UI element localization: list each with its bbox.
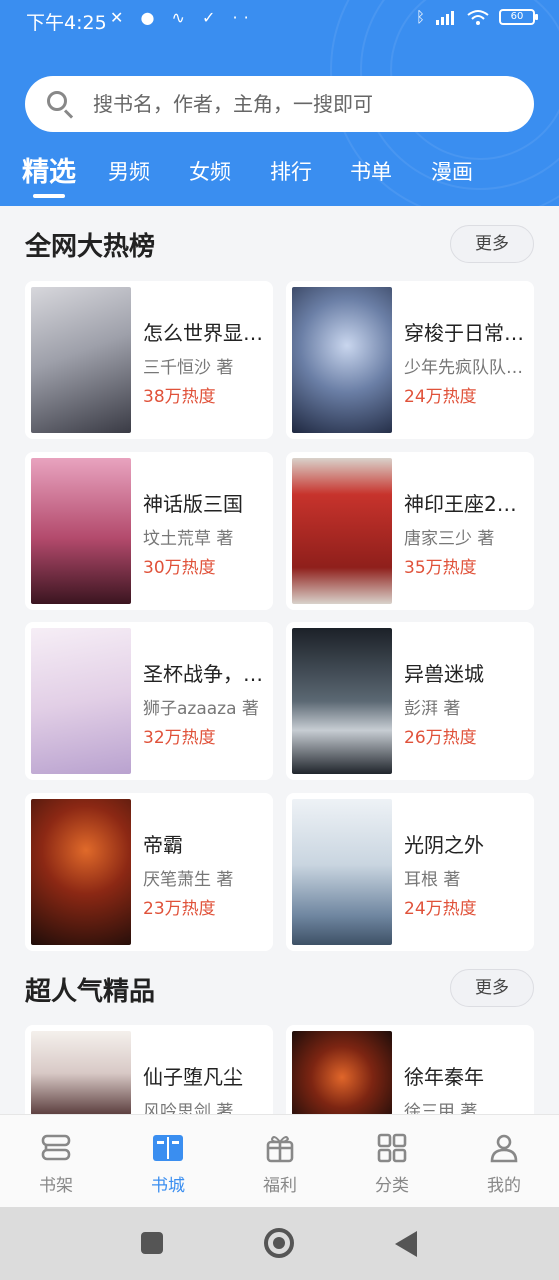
book-cover: [292, 628, 392, 774]
nav-profile[interactable]: 我的: [448, 1115, 559, 1208]
nav-category[interactable]: 分类: [336, 1115, 448, 1208]
book-card[interactable]: 神话版三国 坟土荒草 著 30万热度: [25, 452, 273, 610]
book-heat: 35万热度: [404, 558, 477, 578]
book-cover: [31, 287, 131, 433]
book-author: 少年先疯队队长 著: [404, 358, 530, 378]
bottom-nav: 书架 书城 福利 分类 我的: [0, 1114, 559, 1207]
status-right-icons: ᛒ 60: [415, 8, 538, 26]
active-tab-indicator: [33, 194, 65, 198]
book-card[interactable]: 光阴之外 耳根 著 24万热度: [286, 793, 534, 951]
search-icon: [45, 89, 75, 119]
nav-bookstore[interactable]: 书城: [112, 1115, 224, 1208]
book-card[interactable]: 徐年秦年 徐三甲 著: [286, 1025, 534, 1122]
book-cover: [31, 628, 131, 774]
tab-comics[interactable]: 漫画: [431, 156, 473, 186]
book-cover: [31, 799, 131, 945]
home-button[interactable]: [264, 1228, 294, 1258]
nav-benefits[interactable]: 福利: [224, 1115, 336, 1208]
book-card[interactable]: 异兽迷城 彭湃 著 26万热度: [286, 622, 534, 780]
section-title-popular: 超人气精品: [25, 977, 156, 1007]
book-card[interactable]: 怎么世界显示我是恶女 三千恒沙 著 38万热度: [25, 281, 273, 439]
book-card[interactable]: 穿梭于日常与非日常 少年先疯队队长 著 24万热度: [286, 281, 534, 439]
back-button[interactable]: [395, 1231, 417, 1257]
book-store-icon: [153, 1135, 183, 1161]
more-button-hot[interactable]: 更多: [450, 225, 534, 263]
book-title: 怎么世界显示我是恶女: [143, 321, 269, 345]
search-input[interactable]: [93, 92, 493, 116]
book-heat: 26万热度: [404, 728, 477, 748]
battery-icon: 60: [499, 9, 538, 25]
bookshelf-icon: [41, 1134, 71, 1161]
nav-label: 我的: [487, 1176, 521, 1196]
nav-label: 分类: [375, 1176, 409, 1196]
book-author: 厌笔萧生 著: [143, 870, 234, 890]
book-title: 帝霸: [143, 833, 183, 857]
tab-featured[interactable]: 精选: [22, 150, 76, 189]
nav-label: 书架: [39, 1176, 73, 1196]
profile-icon: [490, 1134, 518, 1163]
status-time: 下午4:25: [26, 12, 107, 34]
book-title: 仙子堕凡尘: [143, 1065, 243, 1089]
gift-icon: [266, 1136, 294, 1163]
nav-label: 书城: [151, 1176, 185, 1196]
book-title: 光阴之外: [404, 833, 484, 857]
book-heat: 38万热度: [143, 387, 216, 407]
book-title: 圣杯战争，从成为师妹开始: [143, 662, 269, 686]
section-title-hot: 全网大热榜: [25, 232, 156, 262]
signal-icon: [436, 11, 454, 25]
status-bar: 下午4:25 ✕ ● ∿ ✓ ·· ᛒ 60: [0, 8, 559, 34]
nav-bookshelf[interactable]: 书架: [0, 1115, 112, 1208]
header: 下午4:25 ✕ ● ∿ ✓ ·· ᛒ 60 精选 男频 女频 排行 书单 漫画: [0, 0, 559, 206]
book-author: 三千恒沙 著: [143, 358, 234, 378]
category-tabs: 精选 男频 女频 排行 书单 漫画: [0, 148, 559, 198]
book-cover: [292, 1031, 392, 1115]
book-title: 穿梭于日常与非日常: [404, 321, 530, 345]
book-heat: 32万热度: [143, 728, 216, 748]
book-heat: 23万热度: [143, 899, 216, 919]
tab-ranking[interactable]: 排行: [270, 156, 312, 186]
book-heat: 24万热度: [404, 387, 477, 407]
book-heat: 30万热度: [143, 558, 216, 578]
bluetooth-icon: ᛒ: [415, 8, 425, 26]
book-card[interactable]: 仙子堕凡尘 风吟思剑 著: [25, 1025, 273, 1122]
more-button-popular[interactable]: 更多: [450, 969, 534, 1007]
book-author: 耳根 著: [404, 870, 461, 890]
wifi-icon: [467, 10, 489, 25]
book-author: 彭湃 著: [404, 699, 461, 719]
book-cover: [31, 1031, 131, 1115]
book-title: 神话版三国: [143, 492, 243, 516]
system-navigation-bar: [0, 1207, 559, 1280]
book-heat: 24万热度: [404, 899, 477, 919]
book-cover: [292, 458, 392, 604]
book-author: 唐家三少 著: [404, 529, 495, 549]
book-author: 坟土荒草 著: [143, 529, 234, 549]
book-title: 徐年秦年: [404, 1065, 484, 1089]
tab-female[interactable]: 女频: [189, 156, 231, 186]
book-author: 狮子azaaza 著: [143, 699, 259, 719]
book-title: 神印王座2皓月当空: [404, 492, 530, 516]
recent-apps-button[interactable]: [141, 1232, 163, 1254]
nav-label: 福利: [263, 1176, 297, 1196]
book-card[interactable]: 帝霸 厌笔萧生 著 23万热度: [25, 793, 273, 951]
category-grid-icon: [377, 1133, 407, 1163]
book-card[interactable]: 神印王座2皓月当空 唐家三少 著 35万热度: [286, 452, 534, 610]
book-cover: [31, 458, 131, 604]
book-card[interactable]: 圣杯战争，从成为师妹开始 狮子azaaza 著 32万热度: [25, 622, 273, 780]
book-title: 异兽迷城: [404, 662, 484, 686]
tab-booklist[interactable]: 书单: [350, 156, 392, 186]
notification-icons: ✕ ● ∿ ✓ ··: [110, 8, 255, 27]
book-cover: [292, 287, 392, 433]
book-cover: [292, 799, 392, 945]
tab-male[interactable]: 男频: [108, 156, 150, 186]
search-bar[interactable]: [25, 76, 534, 132]
